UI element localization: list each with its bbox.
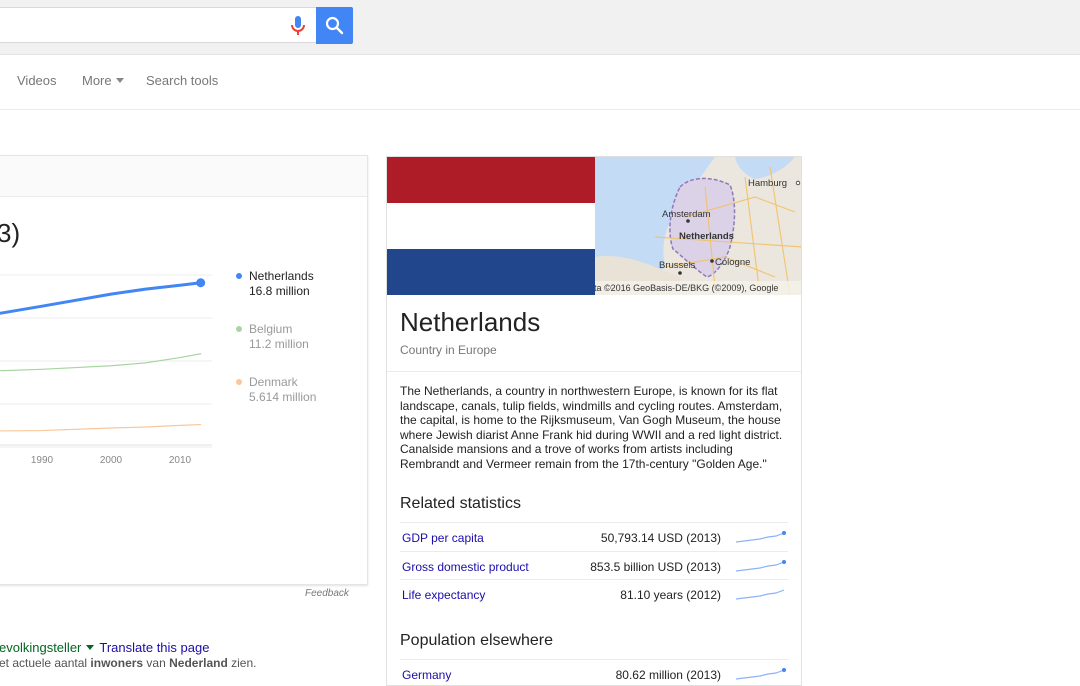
sparkline-line: [736, 560, 785, 572]
legend-name: Belgium: [249, 322, 293, 336]
legend-value: 16.8 million: [249, 284, 310, 298]
stat-value: 80.62 million (2013): [615, 668, 721, 682]
city-marker-icon: [678, 271, 682, 275]
map-graphic: Hamburg Amsterdam Netherlands Brussels C…: [595, 157, 801, 295]
sparkline-line: [736, 589, 785, 600]
sparkline-line: [736, 532, 785, 543]
snippet-text: van: [143, 656, 170, 670]
microphone-icon[interactable]: [288, 14, 308, 38]
population-elsewhere-heading: Population elsewhere: [400, 632, 553, 649]
feedback-link[interactable]: Feedback: [305, 588, 349, 599]
legend-dot-icon: [236, 273, 242, 279]
flag-stripe-red: [387, 157, 595, 203]
city-marker-icon: [710, 259, 714, 263]
map-image[interactable]: Hamburg Amsterdam Netherlands Brussels C…: [595, 157, 801, 295]
series-line-belgium[interactable]: [0, 353, 202, 372]
stat-row[interactable]: Life expectancy 81.10 years (2012): [400, 579, 788, 608]
stat-value: 853.5 billion USD (2013): [590, 559, 721, 574]
divider: [387, 371, 801, 372]
result-snippet: et actuele aantal inwoners van Nederland…: [0, 656, 256, 670]
legend-value: 11.2 million: [249, 337, 309, 351]
series-line-denmark[interactable]: [0, 423, 202, 432]
population-line-chart: 1990 2000 2010: [0, 274, 212, 466]
stat-label[interactable]: Life expectancy: [402, 588, 485, 602]
map-label-amsterdam: Amsterdam: [662, 209, 711, 220]
related-statistics-heading: Related statistics: [400, 495, 521, 512]
translate-link[interactable]: Translate this page: [99, 640, 209, 655]
sparkline-chart: [736, 589, 785, 600]
tab-more[interactable]: More: [82, 73, 124, 88]
map-label-cologne: Cologne: [715, 257, 750, 268]
chart-card-header: [0, 156, 367, 197]
flag-stripe-blue: [387, 249, 595, 295]
x-tick-label: 2010: [169, 455, 192, 466]
dropdown-caret-icon[interactable]: [86, 645, 95, 650]
city-marker-icon: [795, 180, 801, 186]
sparkline-chart: [736, 531, 786, 543]
sparkline-chart: [736, 668, 786, 680]
series-line-netherlands[interactable]: [0, 281, 203, 315]
snippet-text: et actuele aantal: [0, 656, 91, 670]
stat-row[interactable]: Gross domestic product 853.5 billion USD …: [400, 550, 788, 580]
stat-value: 81.10 years (2012): [620, 588, 721, 602]
search-tabs: Videos More Search tools: [0, 55, 1080, 110]
tab-more-label: More: [82, 73, 112, 88]
map-label-netherlands: Netherlands: [679, 231, 734, 242]
sparkline-chart: [736, 559, 786, 572]
stat-row[interactable]: Germany 80.62 million (2013): [400, 659, 788, 685]
legend-dot-icon: [236, 379, 242, 385]
sparkline-end-dot: [782, 559, 786, 564]
map-attribution: ta ©2016 GeoBasis-DE/BKG (©2009), Google: [595, 283, 778, 293]
sparkline-end-dot: [782, 668, 786, 672]
x-tick-label: 2000: [100, 455, 123, 466]
search-header: [0, 0, 1080, 55]
flag-stripe-white: [387, 203, 595, 249]
data-point-marker[interactable]: [196, 278, 206, 288]
snippet-bold: inwoners: [90, 656, 144, 670]
entity-subtitle: Country in Europe: [400, 343, 497, 357]
search-input[interactable]: [0, 7, 316, 43]
result-url[interactable]: evolkingsteller: [0, 640, 81, 655]
tab-videos[interactable]: Videos: [17, 73, 57, 88]
entity-title: Netherlands: [400, 307, 541, 337]
stat-row[interactable]: GDP per capita 50,793.14 USD (2013): [400, 522, 788, 551]
chart-title: 3): [0, 218, 21, 248]
result-url-line: evolkingsteller Translate this page: [0, 640, 209, 655]
city-marker-icon: [686, 219, 690, 223]
chevron-down-icon: [115, 78, 124, 83]
search-button[interactable]: [316, 7, 353, 44]
snippet-text: zien.: [227, 656, 257, 670]
stat-value: 50,793.14 USD (2013): [600, 531, 721, 545]
map-label-brussels: Brussels: [659, 260, 696, 271]
sparkline-end-dot: [782, 531, 786, 535]
stat-label[interactable]: GDP per capita: [402, 531, 484, 545]
x-tick-label: 1990: [31, 455, 54, 466]
stat-label[interactable]: Gross domestic product: [402, 560, 529, 574]
snippet-bold: Nederland: [169, 656, 228, 670]
stat-label[interactable]: Germany: [402, 668, 451, 682]
search-icon: [325, 16, 344, 35]
legend-name: Netherlands: [249, 269, 314, 283]
tab-search-tools[interactable]: Search tools: [146, 73, 218, 88]
flag-image[interactable]: [387, 157, 595, 295]
map-label-hamburg: Hamburg: [748, 178, 787, 189]
knowledge-panel: Hamburg Amsterdam Netherlands Brussels C…: [386, 156, 802, 686]
legend-value: 5.614 million: [249, 390, 317, 404]
legend-name: Denmark: [249, 375, 298, 389]
entity-description: The Netherlands, a country in northweste…: [400, 384, 783, 471]
legend-dot-icon: [236, 326, 242, 332]
